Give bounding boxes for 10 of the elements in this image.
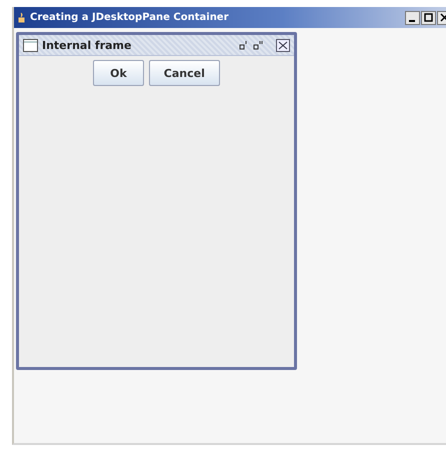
minimize-icon[interactable] (405, 10, 420, 24)
cancel-button[interactable]: Cancel (148, 60, 220, 86)
frame-icon (23, 38, 38, 52)
close-icon[interactable] (276, 38, 290, 52)
ok-button[interactable]: Ok (93, 60, 144, 86)
maximize-icon[interactable] (421, 10, 436, 24)
minimize-icon[interactable] (239, 40, 249, 50)
window-title: Creating a JDesktopPane Container (30, 12, 230, 23)
internal-frame-title: Internal frame (42, 38, 132, 52)
maximize-icon[interactable] (253, 40, 264, 50)
